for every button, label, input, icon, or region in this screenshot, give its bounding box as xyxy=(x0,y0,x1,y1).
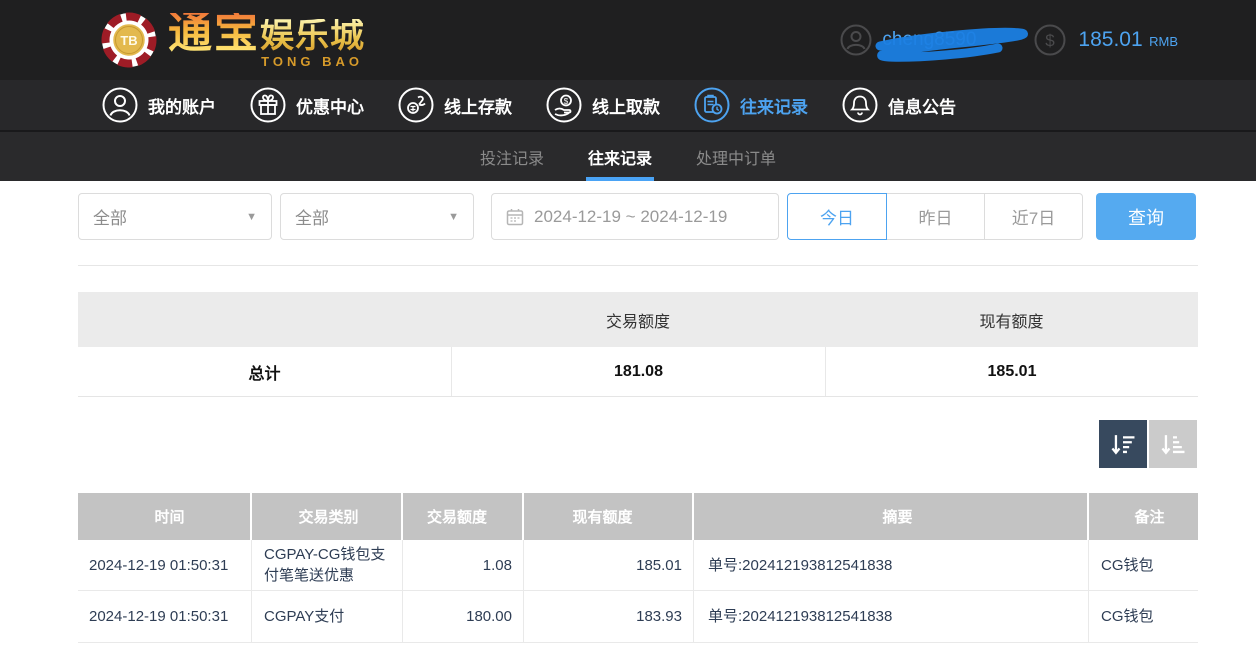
poker-chip-logo-icon: TB xyxy=(100,11,158,69)
cell-transaction-type: CGPAY-CG钱包支付笔笔送优惠 xyxy=(252,540,403,591)
balance-display[interactable]: $ 185.01 RMB xyxy=(1034,24,1178,56)
category-select[interactable]: 全部 ▼ xyxy=(78,193,272,240)
summary-total-label: 总计 xyxy=(78,347,451,396)
nav-item-transaction-records[interactable]: 往来记录 xyxy=(694,87,808,123)
table-header-row: 时间 交易类别 交易额度 现有额度 摘要 备注 xyxy=(78,493,1198,540)
date-range-input[interactable]: 2024-12-19 ~ 2024-12-19 xyxy=(491,193,779,240)
cell-summary: 单号:202412193812541838 xyxy=(694,540,1089,591)
cell-summary: 单号:202412193812541838 xyxy=(694,591,1089,643)
type-select[interactable]: 全部 ▼ xyxy=(280,193,474,240)
withdraw-icon: $ xyxy=(546,87,582,123)
table-row: 2024-12-19 01:50:31 CGPAY支付 180.00 183.9… xyxy=(78,591,1198,643)
gift-icon xyxy=(250,87,286,123)
chevron-down-icon: ▼ xyxy=(246,211,257,223)
svg-text:$: $ xyxy=(564,97,569,106)
type-select-value: 全部 xyxy=(295,204,329,229)
record-tabs-bar: 投注记录 往来记录 处理中订单 xyxy=(0,130,1256,181)
site-title-sub: 娱乐城 xyxy=(260,19,365,53)
cell-current-balance: 183.93 xyxy=(524,591,694,643)
query-button[interactable]: 查询 xyxy=(1096,193,1196,240)
category-select-value: 全部 xyxy=(93,204,127,229)
main-navigation: 我的账户 优惠中心 线上存款 $ 线上取款 xyxy=(0,80,1256,130)
summary-total-row: 总计 181.08 185.01 xyxy=(78,347,1198,397)
table-row: 2024-12-19 01:50:31 CGPAY-CG钱包支付笔笔送优惠 1.… xyxy=(78,540,1198,591)
summary-transaction-total: 181.08 xyxy=(451,347,825,396)
tab-transaction-records[interactable]: 往来记录 xyxy=(588,132,652,181)
tab-label: 投注记录 xyxy=(480,145,544,169)
summary-header-transaction-amount: 交易额度 xyxy=(451,292,825,347)
header-right-group: cheng8590 $ 185.01 RMB xyxy=(840,0,1178,80)
nav-label: 线上存款 xyxy=(444,93,512,118)
nav-label: 线上取款 xyxy=(592,93,660,118)
header-summary: 摘要 xyxy=(694,493,1089,540)
quick-date-buttons: 今日 昨日 近7日 xyxy=(787,193,1083,240)
tab-label: 处理中订单 xyxy=(696,145,776,169)
svg-text:TB: TB xyxy=(120,33,137,48)
chevron-down-icon: ▼ xyxy=(448,211,459,223)
site-logo[interactable]: TB 通宝 娱乐城 TONG BAO xyxy=(100,11,365,69)
nav-label: 我的账户 xyxy=(148,93,216,118)
main-content: 全部 ▼ 全部 ▼ 2024-12-19 ~ 2024-12-19 今日 昨日 … xyxy=(0,181,1256,650)
header-current-balance: 现有额度 xyxy=(524,493,694,540)
cell-transaction-type: CGPAY支付 xyxy=(252,591,403,643)
site-title-latin: TONG BAO xyxy=(261,54,363,69)
sort-controls xyxy=(1099,420,1197,468)
section-divider xyxy=(78,265,1198,266)
summary-balance-total: 185.01 xyxy=(825,347,1198,396)
cell-transaction-amount: 1.08 xyxy=(403,540,524,591)
site-title-main: 通宝 xyxy=(168,13,260,53)
nav-label: 往来记录 xyxy=(740,93,808,118)
filter-toolbar: 全部 ▼ 全部 ▼ 2024-12-19 ~ 2024-12-19 今日 昨日 … xyxy=(78,193,1198,240)
cell-note: CG钱包 xyxy=(1089,591,1198,643)
summary-header-row: 交易额度 现有额度 xyxy=(78,292,1198,347)
tab-pending-orders[interactable]: 处理中订单 xyxy=(696,132,776,181)
date-range-value: 2024-12-19 ~ 2024-12-19 xyxy=(534,207,727,227)
username-text: cheng8590 xyxy=(882,29,976,51)
cell-transaction-amount: 180.00 xyxy=(403,591,524,643)
user-account[interactable]: cheng8590 xyxy=(840,24,976,56)
tab-label: 往来记录 xyxy=(588,145,652,169)
cell-time: 2024-12-19 01:50:31 xyxy=(78,591,252,643)
deposit-icon xyxy=(398,87,434,123)
header-transaction-type: 交易类别 xyxy=(252,493,403,540)
sort-ascending-icon xyxy=(1158,429,1188,459)
header-time: 时间 xyxy=(78,493,252,540)
svg-text:$: $ xyxy=(1046,31,1056,50)
cell-note: CG钱包 xyxy=(1089,540,1198,591)
nav-item-promotions[interactable]: 优惠中心 xyxy=(250,87,364,123)
cell-current-balance: 185.01 xyxy=(524,540,694,591)
nav-item-my-account[interactable]: 我的账户 xyxy=(102,87,216,123)
dollar-circle-icon: $ xyxy=(1034,24,1066,56)
last-7-days-button[interactable]: 近7日 xyxy=(984,193,1083,240)
top-header-bar: TB 通宝 娱乐城 TONG BAO cheng8590 $ xyxy=(0,0,1256,80)
tab-bet-records[interactable]: 投注记录 xyxy=(480,132,544,181)
yesterday-button[interactable]: 昨日 xyxy=(886,193,985,240)
sort-descending-icon xyxy=(1108,429,1138,459)
calendar-icon xyxy=(506,208,524,226)
nav-item-withdraw[interactable]: $ 线上取款 xyxy=(546,87,660,123)
summary-table: 交易额度 现有额度 总计 181.08 185.01 xyxy=(78,292,1198,397)
nav-label: 优惠中心 xyxy=(296,93,364,118)
user-avatar-icon xyxy=(840,24,872,56)
records-icon xyxy=(694,87,730,123)
header-transaction-amount: 交易额度 xyxy=(403,493,524,540)
nav-item-announcements[interactable]: 信息公告 xyxy=(842,87,956,123)
balance-amount: 185.01 xyxy=(1078,28,1142,51)
summary-header-current-balance: 现有额度 xyxy=(825,292,1198,347)
today-button[interactable]: 今日 xyxy=(787,193,887,240)
site-title: 通宝 娱乐城 TONG BAO xyxy=(168,13,365,67)
balance-currency: RMB xyxy=(1149,34,1178,49)
summary-header-empty xyxy=(78,292,451,347)
sort-ascending-button[interactable] xyxy=(1149,420,1197,468)
user-icon xyxy=(102,87,138,123)
sort-descending-button[interactable] xyxy=(1099,420,1147,468)
header-note: 备注 xyxy=(1089,493,1198,540)
cell-time: 2024-12-19 01:50:31 xyxy=(78,540,252,591)
nav-item-deposit[interactable]: 线上存款 xyxy=(398,87,512,123)
nav-label: 信息公告 xyxy=(888,93,956,118)
bell-icon xyxy=(842,87,878,123)
transactions-table: 时间 交易类别 交易额度 现有额度 摘要 备注 2024-12-19 01:50… xyxy=(78,493,1198,643)
